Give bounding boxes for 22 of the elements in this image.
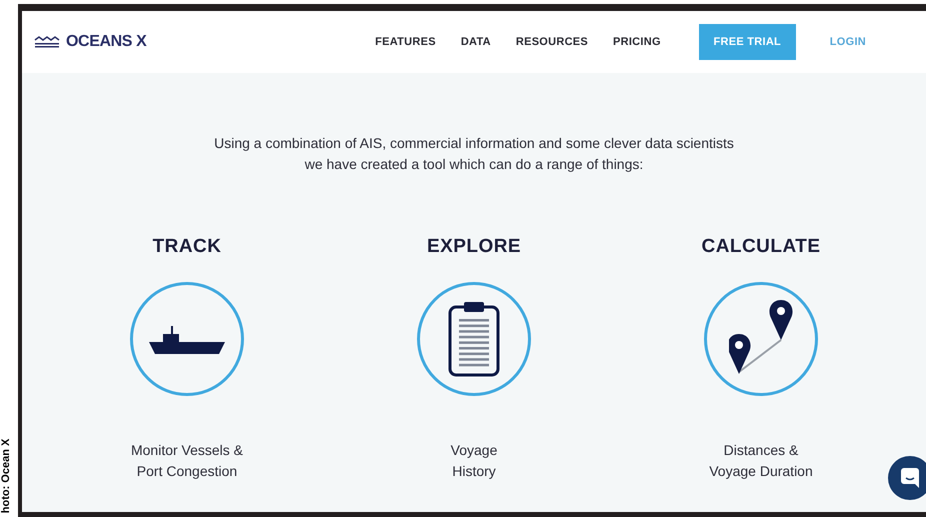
clipboard-icon bbox=[448, 300, 500, 376]
intro-text: Using a combination of AIS, commercial information and some clever data scientists bbox=[214, 134, 734, 153]
feature-caption: Voyage bbox=[450, 440, 498, 460]
waves-logo-icon bbox=[34, 36, 60, 48]
feature-title: CALCULATE bbox=[702, 235, 820, 259]
chat-button[interactable] bbox=[888, 456, 926, 500]
intro-text: we have created a tool which can do a range of things: bbox=[304, 155, 644, 174]
chat-icon bbox=[901, 468, 919, 488]
ship-icon bbox=[149, 324, 225, 354]
nav-link[interactable]: DATA bbox=[460, 34, 491, 50]
feature-caption: Distances & bbox=[724, 440, 798, 460]
nav-link[interactable]: RESOURCES bbox=[516, 34, 588, 50]
feature-caption: History bbox=[452, 462, 496, 481]
feature-caption: Port Congestion bbox=[136, 462, 238, 481]
photo-credit: hoto: Ocean X bbox=[0, 438, 13, 514]
feature-title: EXPLORE bbox=[426, 235, 522, 259]
logo-text: OCEANS X bbox=[66, 32, 146, 52]
nav-link[interactable]: FEATURES bbox=[375, 34, 436, 50]
nav-link[interactable]: PRICING bbox=[613, 34, 661, 50]
feature-caption: Voyage Duration bbox=[709, 462, 813, 481]
feature-title: TRACK bbox=[152, 235, 222, 259]
feature-caption: Monitor Vessels & bbox=[130, 440, 244, 460]
